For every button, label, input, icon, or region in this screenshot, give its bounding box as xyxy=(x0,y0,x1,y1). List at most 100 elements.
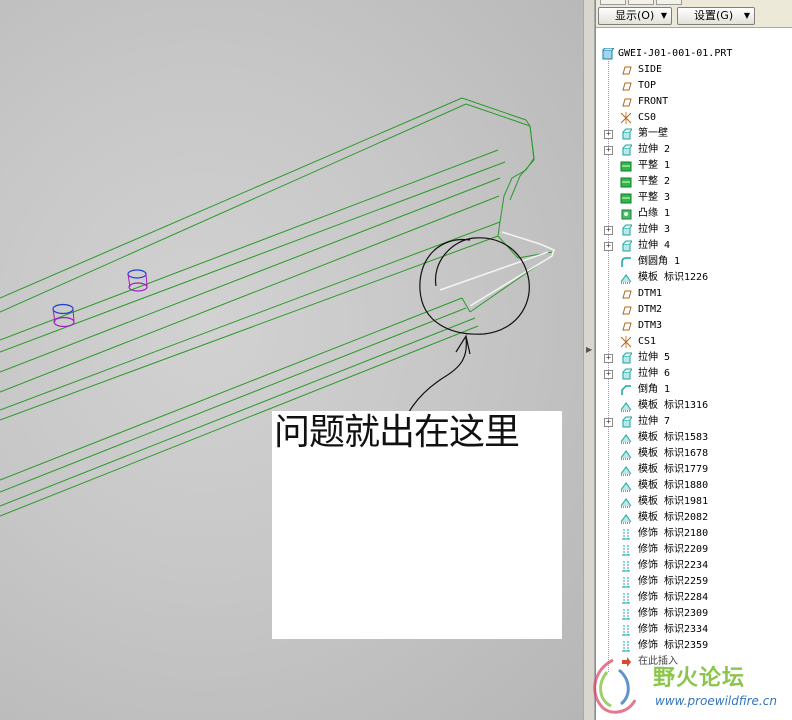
model-edge xyxy=(0,235,499,421)
tree-item[interactable]: 修饰 标识2259 xyxy=(596,574,792,590)
tree-item[interactable]: DTM3 xyxy=(596,318,792,334)
settings-menu-button[interactable]: 设置(G) ▼ xyxy=(677,7,755,25)
tree-item[interactable]: SIDE xyxy=(596,62,792,78)
pane-splitter[interactable]: ▶ xyxy=(583,0,595,720)
tree-item[interactable]: 修饰 标识2284 xyxy=(596,590,792,606)
annotation-text: 问题就出在这里 xyxy=(274,412,520,453)
tree-item[interactable]: TOP xyxy=(596,78,792,94)
tree-item[interactable]: + 拉伸 7 xyxy=(596,414,792,430)
tree-item[interactable]: 模板 标识1316 xyxy=(596,398,792,414)
datum-plane-icon xyxy=(622,290,632,299)
tree-item[interactable]: 模板 标识1583 xyxy=(596,430,792,446)
tree-item-label: 模板 标识1678 xyxy=(638,448,709,459)
tree-item[interactable]: 平整 2 xyxy=(596,174,792,190)
coordinate-system-icon xyxy=(620,112,632,124)
flat-wall-icon xyxy=(620,193,632,204)
tree-item[interactable]: DTM1 xyxy=(596,286,792,302)
tree-item[interactable]: 模板 标识1880 xyxy=(596,478,792,494)
panel-tab[interactable] xyxy=(600,0,626,5)
cosmetic-icon xyxy=(622,545,630,556)
annotation-arrowhead xyxy=(455,334,471,355)
tree-item[interactable]: + 拉伸 2 xyxy=(596,142,792,158)
expand-plus-icon[interactable]: + xyxy=(604,130,613,139)
highlighted-edge xyxy=(439,251,549,291)
tree-item-label: DTM3 xyxy=(638,320,663,331)
panel-tab[interactable] xyxy=(628,0,654,5)
watermark-title: 野火论坛 xyxy=(653,666,746,691)
tree-item[interactable]: 模板 标识1779 xyxy=(596,462,792,478)
collapse-arrow-icon[interactable]: ▶ xyxy=(586,345,592,354)
tree-item[interactable]: 修饰 标识2180 xyxy=(596,526,792,542)
panel-tab[interactable] xyxy=(656,0,682,5)
model-edge xyxy=(465,103,531,127)
show-menu-button[interactable]: 显示(O) ▼ xyxy=(598,7,672,25)
tree-item[interactable]: 模板 标识1678 xyxy=(596,446,792,462)
model-edge xyxy=(497,119,535,237)
flame-logo-icon xyxy=(593,658,637,714)
expand-plus-icon[interactable]: + xyxy=(604,242,613,251)
highlighted-edge xyxy=(469,231,555,307)
tree-item-label: 平整 3 xyxy=(638,192,671,203)
extrude-icon xyxy=(622,144,632,156)
tree-item-label: 模板 标识1981 xyxy=(638,496,709,507)
tree-item[interactable]: 倒角 1 xyxy=(596,382,792,398)
expand-plus-icon[interactable]: + xyxy=(604,370,613,379)
graphics-viewport[interactable]: 问题就出在这里 xyxy=(0,0,583,720)
tree-item[interactable]: 平整 3 xyxy=(596,190,792,206)
expand-plus-icon[interactable]: + xyxy=(604,418,613,427)
settings-button-hotkey: (G) xyxy=(716,9,734,22)
form-icon xyxy=(620,498,632,508)
tree-item[interactable]: 平整 1 xyxy=(596,158,792,174)
flange-icon xyxy=(621,209,632,220)
tree-item-label: 修饰 标识2284 xyxy=(638,592,709,603)
coordinate-system-icon xyxy=(620,336,632,348)
tree-item[interactable]: CS0 xyxy=(596,110,792,126)
tree-item[interactable]: 修饰 标识2234 xyxy=(596,558,792,574)
tree-item[interactable]: + 拉伸 3 xyxy=(596,222,792,238)
tree-item[interactable]: FRONT xyxy=(596,94,792,110)
tree-item-label: 平整 1 xyxy=(638,160,671,171)
extrude-icon xyxy=(622,416,632,428)
tree-item-label: TOP xyxy=(638,80,657,91)
tree-item[interactable]: CS1 xyxy=(596,334,792,350)
tree-item[interactable]: + 拉伸 6 xyxy=(596,366,792,382)
expand-plus-icon[interactable]: + xyxy=(604,226,613,235)
tree-item[interactable]: + 第一壁 xyxy=(596,126,792,142)
tree-item[interactable]: 修饰 标识2334 xyxy=(596,622,792,638)
forum-watermark: 野火论坛 www.proewildfire.cn xyxy=(583,650,792,720)
flat-wall-icon xyxy=(620,161,632,172)
tree-item[interactable]: 凸缘 1 xyxy=(596,206,792,222)
model-edge xyxy=(461,97,527,121)
tree-item[interactable]: 模板 标识2082 xyxy=(596,510,792,526)
tree-item-label: 拉伸 5 xyxy=(638,352,671,363)
datum-plane-icon xyxy=(622,82,632,91)
tree-item[interactable]: + 拉伸 5 xyxy=(596,350,792,366)
tree-item-label: 模板 标识1583 xyxy=(638,432,709,443)
annotation-box: 问题就出在这里 xyxy=(272,411,562,639)
tree-item-label: CS0 xyxy=(638,112,657,123)
tree-item[interactable]: 修饰 标识2309 xyxy=(596,606,792,622)
datum-plane-icon xyxy=(622,98,632,107)
expand-plus-icon[interactable]: + xyxy=(604,354,613,363)
form-icon xyxy=(620,482,632,492)
tree-item-label: 倒圆角 1 xyxy=(638,256,681,267)
expand-plus-icon[interactable]: + xyxy=(604,146,613,155)
tree-item[interactable]: 模板 标识1981 xyxy=(596,494,792,510)
model-edge xyxy=(497,235,519,259)
cosmetic-icon xyxy=(622,625,630,636)
tree-item-label: CS1 xyxy=(638,336,657,347)
tree-item[interactable]: 修饰 标识2209 xyxy=(596,542,792,558)
cosmetic-icon xyxy=(622,609,630,620)
tree-item[interactable]: DTM2 xyxy=(596,302,792,318)
tree-item-label: 修饰 标识2180 xyxy=(638,528,709,539)
tree-item[interactable]: + 拉伸 4 xyxy=(596,238,792,254)
extrude-icon xyxy=(622,224,632,236)
tree-item[interactable]: 倒圆角 1 xyxy=(596,254,792,270)
show-button-label: 显示 xyxy=(615,9,637,22)
tree-item-label: 模板 标识1226 xyxy=(638,272,709,283)
tree-item[interactable]: 模板 标识1226 xyxy=(596,270,792,286)
cosmetic-icon xyxy=(622,577,630,588)
tree-root[interactable]: GWEI-J01-001-01.PRT xyxy=(596,46,792,62)
tree-item-label: 修饰 标识2234 xyxy=(638,560,709,571)
tree-item-label: 模板 标识1779 xyxy=(638,464,709,475)
